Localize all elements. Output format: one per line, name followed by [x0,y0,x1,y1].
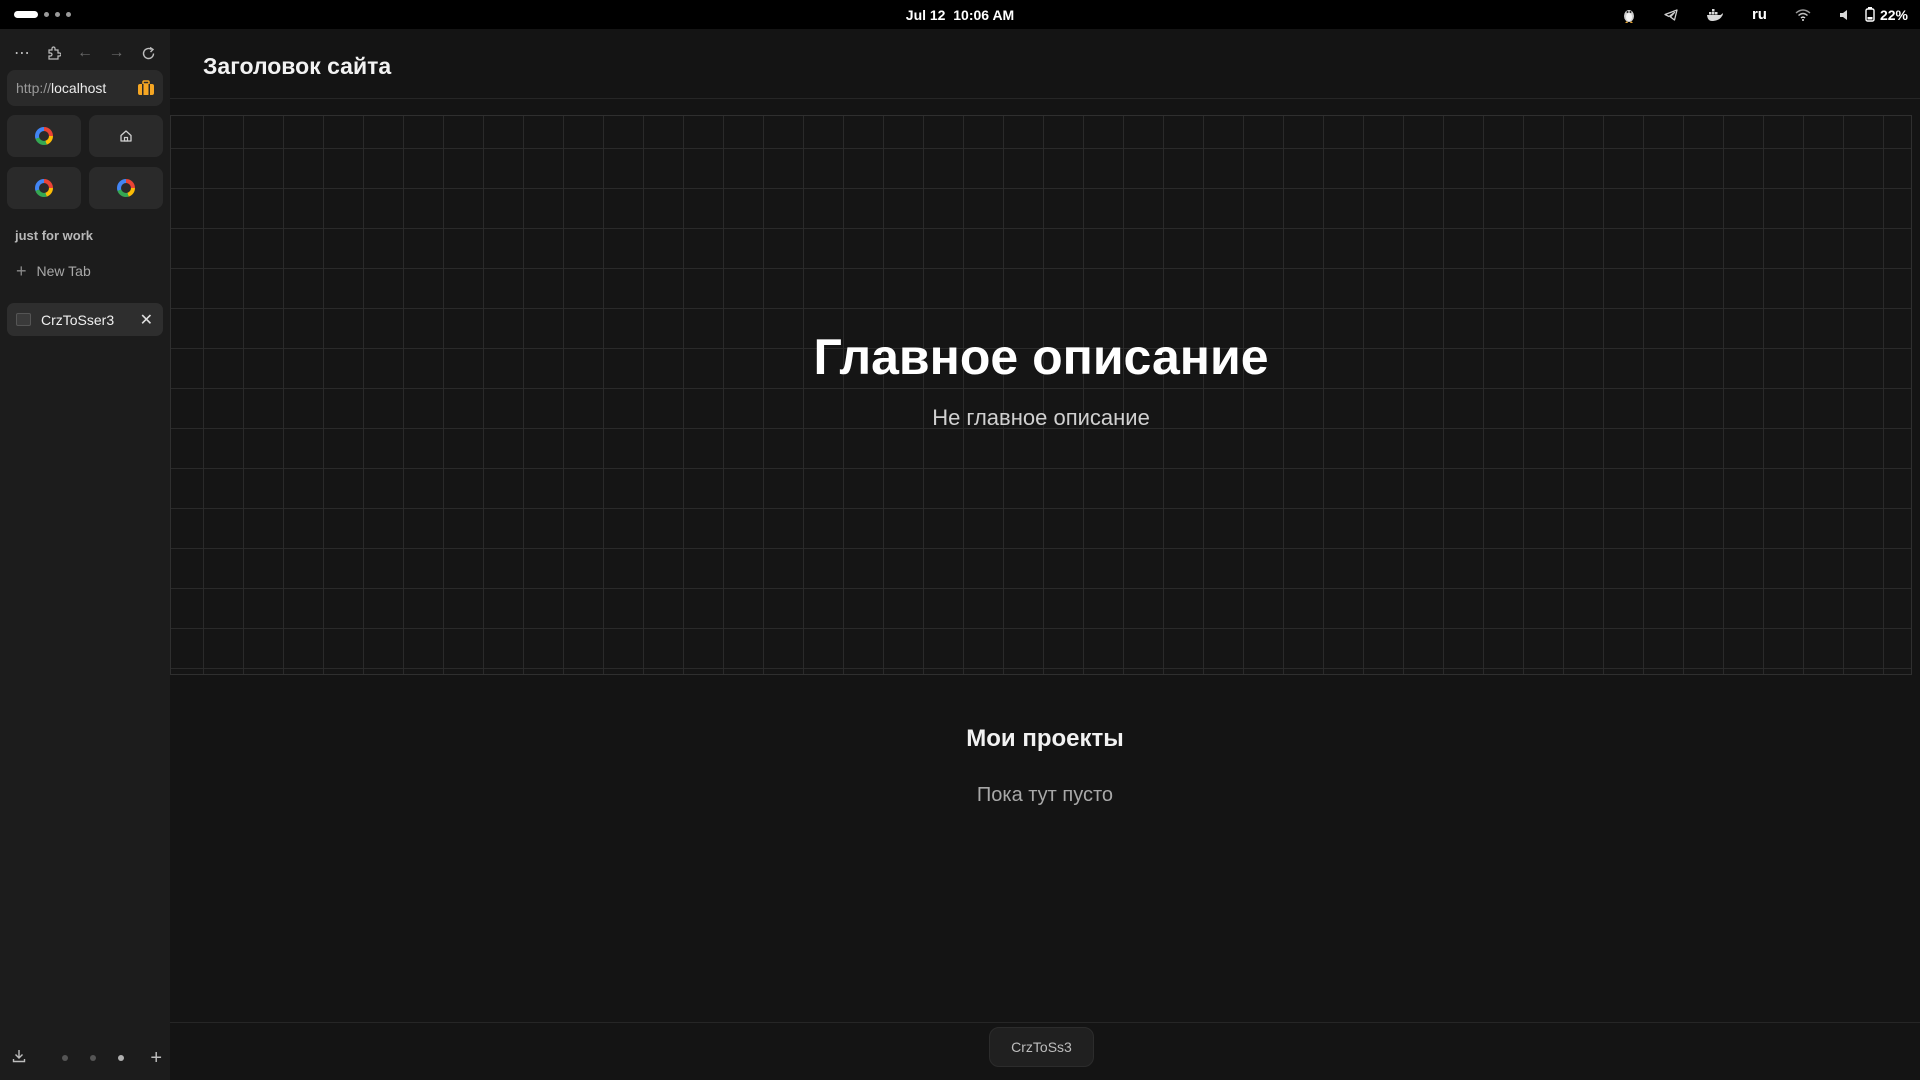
back-icon[interactable]: ← [73,41,97,65]
workspace-dot[interactable] [55,12,60,17]
linux-tux-icon[interactable] [1622,0,1636,29]
clock-time[interactable]: 10:06 AM [953,7,1014,23]
system-top-bar: Jul 12 10:06 AM ru 22% [0,0,1920,29]
new-tab-button[interactable]: + New Tab [16,262,91,280]
url-bar[interactable]: http://localhost [7,70,163,106]
hero-title: Главное описание [813,329,1269,385]
hero-section: Главное описание Не главное описание [170,115,1912,675]
projects-heading: Мои проекты [966,725,1124,752]
google-icon [117,179,135,197]
pinned-tab-google[interactable] [89,167,163,209]
hero-subtitle: Не главное описание [932,405,1150,430]
google-icon [35,179,53,197]
workspace-dot[interactable] [90,1055,96,1061]
url-host: localhost [51,80,107,96]
workspace-dot-active[interactable] [118,1055,124,1061]
pinned-tab-google[interactable] [7,115,81,157]
home-icon [120,130,132,142]
keyboard-language-indicator[interactable]: ru [1752,0,1767,29]
pinned-tab-google[interactable] [7,167,81,209]
forward-icon[interactable]: → [105,41,129,65]
battery-percent: 22% [1879,6,1908,23]
browser-sidebar: ⋯ ← → http://localhost just for work + N… [0,29,170,1080]
workspace-indicator[interactable] [14,11,71,18]
workspace-dot[interactable] [66,12,71,17]
tab-favicon-icon [16,313,31,326]
pinned-tabs [7,115,163,209]
telegram-icon[interactable] [1664,0,1678,29]
sidebar-footer: + [12,1046,162,1070]
battery-indicator[interactable]: 22% [1865,0,1908,29]
web-page: Заголовок сайта Главное описание Не глав… [170,29,1920,1080]
wifi-icon[interactable] [1795,0,1811,29]
site-title: Заголовок сайта [203,53,392,79]
nav-toolbar: ⋯ ← → [10,41,160,65]
projects-empty-message: Пока тут пусто [976,784,1114,806]
clock-date[interactable]: Jul 12 [906,7,946,23]
new-tab-label: New Tab [36,263,91,279]
plus-icon: + [16,261,27,281]
extensions-icon[interactable] [42,41,66,65]
site-header: Заголовок сайта [170,29,1920,99]
download-icon[interactable] [12,1049,30,1068]
tab-title: CrzToSser3 [41,311,115,328]
briefcase-extension-icon[interactable] [137,79,155,97]
site-footer: CrzToSs3 [170,1022,1920,1080]
pinned-tab-home[interactable] [89,115,163,157]
google-icon [35,127,53,145]
url-protocol: http:// [16,80,52,96]
add-workspace-icon[interactable]: + [150,1047,162,1070]
tab-active[interactable]: CrzToSser3 ✕ [7,303,163,336]
volume-icon[interactable] [1839,0,1851,29]
docker-icon[interactable] [1706,0,1724,29]
workspace-name[interactable]: just for work [15,228,93,243]
workspace-dot[interactable] [62,1055,68,1061]
footer-badge[interactable]: CrzToSs3 [989,1027,1094,1067]
battery-icon [1865,7,1875,22]
active-workspace-dot[interactable] [14,11,38,18]
workspace-dot[interactable] [44,12,49,17]
system-tray: ru 22% [1594,0,1908,29]
close-icon[interactable]: ✕ [140,310,153,330]
workspace-switcher [62,1055,124,1061]
reload-icon[interactable] [136,41,160,65]
menu-icon[interactable]: ⋯ [10,41,34,65]
